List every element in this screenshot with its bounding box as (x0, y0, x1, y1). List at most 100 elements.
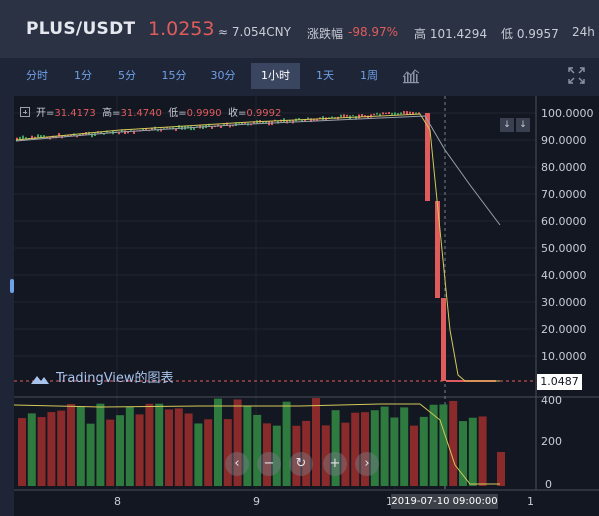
price-tick: 40.0000 (541, 269, 587, 282)
volume-tick: 0 (545, 478, 552, 491)
high-label: 高= (102, 108, 121, 119)
volume-bar (468, 417, 477, 486)
candle (409, 111, 411, 114)
volume-bar (194, 423, 203, 486)
volume-bar (497, 452, 505, 486)
low-value: 0.9990 (186, 108, 222, 119)
tradingview-logo-icon (31, 376, 49, 384)
volume-bar (86, 423, 95, 486)
volume-bar (174, 408, 183, 486)
scroll-down-alt-icon[interactable]: ↓ (516, 118, 530, 132)
watermark-text: TradingView的图表 (56, 371, 174, 386)
high-value: 31.4740 (120, 108, 162, 119)
volume-bar (106, 419, 115, 486)
tradingview-watermark[interactable]: TradingView的图表 (30, 367, 174, 386)
price-tick: 20.0000 (541, 323, 587, 336)
close-value: 0.9992 (246, 108, 282, 119)
volume-bar (155, 403, 164, 486)
volume-bar (67, 403, 75, 486)
scroll-right-button[interactable]: › (355, 452, 379, 476)
candle (346, 114, 348, 117)
volume-bar (410, 425, 418, 486)
volume-bar (312, 398, 320, 486)
scroll-down-icon[interactable]: ↓ (500, 118, 514, 132)
volume-bar (478, 416, 487, 486)
volume-tick: 400 (541, 394, 562, 407)
volume-bar (351, 412, 360, 486)
volume-bar (459, 421, 467, 486)
volume-bar (214, 398, 222, 486)
volume-bar (253, 414, 262, 486)
volume-bar (204, 419, 213, 486)
candle (394, 112, 396, 115)
price-tick: 70.0000 (541, 188, 587, 201)
volume-bar (116, 415, 124, 486)
volume-bar (145, 403, 154, 486)
candle (385, 112, 387, 115)
candle (190, 126, 192, 131)
candle (441, 298, 446, 381)
reset-chart-button[interactable]: ↻ (289, 452, 313, 476)
legend-toggle-icon[interactable] (20, 107, 30, 117)
time-tick: 8 (114, 495, 121, 508)
volume-bar (449, 400, 458, 486)
volume-bar (96, 403, 105, 486)
candle (244, 122, 246, 124)
time-tick: 1 (527, 495, 534, 508)
volume-bar (47, 412, 56, 486)
price-tick: 30.0000 (541, 296, 587, 309)
candle (403, 111, 405, 114)
candle (435, 201, 440, 298)
candle (352, 115, 354, 117)
last-price-marker: 1.0487 (537, 374, 582, 390)
volume-bar (27, 413, 36, 486)
volume-bar (419, 416, 428, 486)
candle (388, 112, 390, 115)
candle (391, 112, 393, 115)
volume-bar (57, 410, 66, 486)
price-tick: 90.0000 (541, 134, 587, 147)
time-tick: 9 (253, 495, 260, 508)
candle (418, 112, 420, 114)
close-label: 收= (227, 108, 247, 119)
scroll-left-button[interactable]: ‹ (225, 452, 249, 476)
volume-tick: 200 (541, 435, 562, 448)
zoom-in-button[interactable]: + (323, 452, 347, 476)
low-label: 低= (168, 108, 187, 119)
volume-bar (282, 401, 291, 486)
volume-bar (18, 418, 26, 486)
candle (127, 131, 129, 134)
candle (124, 130, 126, 135)
volume-bar (125, 406, 134, 486)
price-tick: 50.0000 (541, 242, 587, 255)
volume-bar (184, 413, 193, 486)
candle (340, 114, 342, 118)
crosshair-time-label: 2019-07-10 09:00:00 (391, 494, 498, 509)
candle (376, 112, 378, 115)
volume-bar (243, 405, 252, 486)
candle (382, 112, 384, 115)
volume-bar (439, 404, 448, 486)
volume-bar (400, 407, 409, 486)
candle (415, 112, 417, 114)
candle (118, 132, 120, 135)
candle (22, 135, 24, 140)
price-chart[interactable] (0, 0, 599, 516)
volume-bar (380, 406, 389, 486)
candle (19, 136, 21, 140)
volume-bar (390, 417, 399, 486)
price-tick: 80.0000 (541, 161, 587, 174)
open-value: 31.4173 (54, 108, 96, 119)
volume-bar (135, 414, 144, 486)
price-tick: 100.0000 (541, 107, 594, 120)
zoom-out-button[interactable]: − (257, 452, 281, 476)
volume-bar (37, 417, 46, 486)
price-tick: 60.0000 (541, 215, 587, 228)
volume-bar (165, 409, 173, 486)
volume-bar (76, 406, 85, 486)
candle (358, 114, 360, 119)
candle (373, 113, 375, 116)
candle (343, 114, 345, 118)
price-tick: 10.0000 (541, 350, 587, 363)
ohlc-legend: 开=31.4173 高=31.4740 低=0.9990 收=0.9992 (20, 104, 281, 119)
